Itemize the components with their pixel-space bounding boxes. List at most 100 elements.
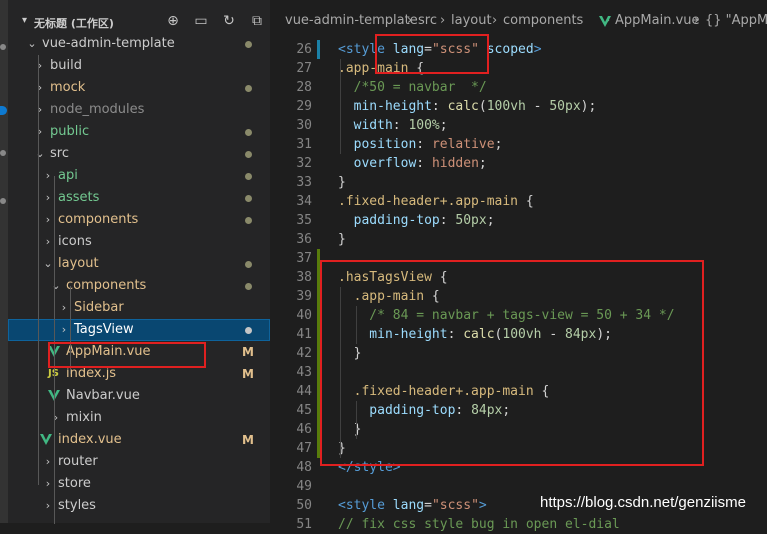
tree-folder[interactable]: ⌄ src <box>8 143 270 165</box>
tree-folder[interactable]: › router <box>8 451 270 473</box>
chevron-right-icon[interactable]: › <box>34 121 46 143</box>
tree-item-label: mixin <box>66 410 102 425</box>
chevron-right-icon[interactable]: › <box>42 187 54 209</box>
code-line[interactable]: } <box>338 173 346 192</box>
explorer-icon[interactable] <box>0 44 6 50</box>
code-line[interactable]: .fixed-header+.app-main { <box>338 192 534 211</box>
new-file-icon[interactable]: ⊕ <box>164 12 182 30</box>
chevron-down-icon[interactable]: ⌄ <box>34 143 46 165</box>
chevron-right-icon[interactable]: › <box>42 473 54 495</box>
git-modified-gutter-marker[interactable] <box>317 40 320 59</box>
workspace-title: 无标题 (工作区) <box>34 17 114 30</box>
chevron-right-icon[interactable]: › <box>50 407 62 429</box>
tree-folder[interactable]: › assets <box>8 187 270 209</box>
breadcrumb-item[interactable]: vue-admin-template <box>285 10 418 32</box>
breadcrumb-item[interactable]: src <box>418 10 437 32</box>
git-modified-badge: M <box>242 433 254 447</box>
extensions-icon[interactable] <box>0 198 6 204</box>
tree-folder[interactable]: › styles <box>8 495 270 517</box>
chevron-down-icon[interactable]: ▾ <box>22 15 27 26</box>
chevron-right-icon[interactable]: › <box>58 319 70 341</box>
refresh-icon[interactable]: ↻ <box>220 12 238 30</box>
tree-folder[interactable]: ⌄ components <box>8 275 270 297</box>
code-token: ); <box>580 99 597 114</box>
tree-folder[interactable]: › Sidebar <box>8 297 270 319</box>
code-token: : <box>416 137 432 152</box>
chevron-right-icon[interactable]: › <box>42 209 54 231</box>
code-line[interactable]: } <box>338 230 346 249</box>
code-line[interactable]: <style lang="scss"> <box>338 496 487 515</box>
code-line[interactable]: padding-top: 50px; <box>338 211 495 230</box>
tree-folder[interactable]: › components <box>8 209 270 231</box>
tree-folder[interactable]: › TagsView <box>8 319 270 341</box>
code-token: .fixed-header+.app-main <box>338 194 519 209</box>
tree-folder[interactable]: › public <box>8 121 270 143</box>
chevron-right-icon: › <box>440 13 446 28</box>
line-number: 43 <box>296 365 312 380</box>
tree-file[interactable]: Navbar.vue <box>8 385 270 407</box>
workspace-header[interactable]: ▾ 无标题 (工作区) ⊕ ▭ ↻ ⧉ <box>8 12 270 34</box>
tree-folder[interactable]: › api <box>8 165 270 187</box>
chevron-right-icon: › <box>492 13 498 28</box>
notification-badge[interactable] <box>0 106 7 115</box>
tree-item-label: node_modules <box>50 102 145 117</box>
modified-dot-indicator <box>245 173 252 180</box>
chevron-right-icon[interactable]: › <box>34 99 46 121</box>
tree-item-label: index.vue <box>58 432 122 447</box>
tree-folder[interactable]: › mock <box>8 77 270 99</box>
code-token: <style <box>338 498 393 513</box>
chevron-right-icon[interactable]: › <box>42 495 54 517</box>
breadcrumb-item[interactable]: layout <box>451 10 492 32</box>
tree-folder[interactable]: ⌄ layout <box>8 253 270 275</box>
highlight-box-appmain <box>48 342 206 368</box>
code-token: padding-top <box>338 213 440 228</box>
breadcrumb-item[interactable]: AppMain.vue <box>615 10 700 32</box>
tree-item-label: Navbar.vue <box>66 388 140 403</box>
code-token: width <box>338 118 393 133</box>
code-token: ( <box>478 99 487 114</box>
line-number: 42 <box>296 346 312 361</box>
code-token: ; <box>478 156 487 171</box>
line-number: 30 <box>296 118 312 133</box>
line-number: 28 <box>296 80 312 95</box>
code-token: : <box>431 99 448 114</box>
line-number: 36 <box>296 232 312 247</box>
code-line[interactable]: // fix css style bug in open el-dial <box>338 515 620 534</box>
chevron-right-icon[interactable]: › <box>42 451 54 473</box>
code-line[interactable]: min-height: calc(100vh - 50px); <box>338 97 597 116</box>
tree-item-label: assets <box>58 190 100 205</box>
new-folder-icon[interactable]: ▭ <box>192 12 210 30</box>
line-number: 35 <box>296 213 312 228</box>
source-control-icon[interactable] <box>0 150 6 156</box>
code-line[interactable]: position: relative; <box>338 135 503 154</box>
breadcrumb-item[interactable]: {} "AppMa <box>705 10 767 32</box>
code-token: lang <box>392 498 425 513</box>
tree-folder[interactable]: › store <box>8 473 270 495</box>
chevron-down-icon[interactable]: ⌄ <box>26 33 38 55</box>
chevron-right-icon[interactable]: › <box>42 165 54 187</box>
code-line[interactable]: width: 100%; <box>338 116 448 135</box>
line-number: 31 <box>296 137 312 152</box>
tree-folder[interactable]: › build <box>8 55 270 77</box>
chevron-right-icon[interactable]: › <box>58 297 70 319</box>
breadcrumb-item[interactable]: components <box>503 10 583 32</box>
tree-folder[interactable]: › icons <box>8 231 270 253</box>
code-editor[interactable]: vue-admin-template › src › layout › components… <box>270 0 767 532</box>
tree-item-label: mock <box>50 80 86 95</box>
line-number: 27 <box>296 61 312 76</box>
tree-folder[interactable]: ⌄ vue-admin-template <box>8 33 270 55</box>
tree-folder[interactable]: › node_modules <box>8 99 270 121</box>
modified-dot-indicator <box>245 129 252 136</box>
chevron-right-icon[interactable]: › <box>34 77 46 99</box>
tree-file[interactable]: index.vue M <box>8 429 270 451</box>
chevron-down-icon[interactable]: ⌄ <box>42 253 54 275</box>
chevron-right-icon[interactable]: › <box>42 231 54 253</box>
line-number: 41 <box>296 327 312 342</box>
line-number: 48 <box>296 460 312 475</box>
tree-folder[interactable]: › mixin <box>8 407 270 429</box>
code-line[interactable]: /*50 = navbar */ <box>338 78 487 97</box>
chevron-right-icon[interactable]: › <box>34 55 46 77</box>
chevron-down-icon[interactable]: ⌄ <box>50 275 62 297</box>
code-line[interactable]: overflow: hidden; <box>338 154 487 173</box>
collapse-icon[interactable]: ⧉ <box>248 12 266 30</box>
